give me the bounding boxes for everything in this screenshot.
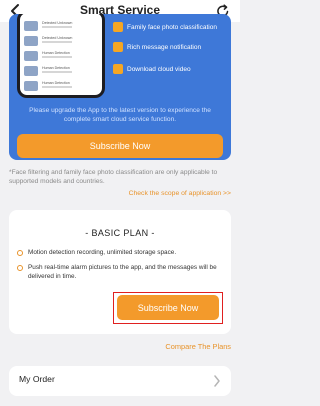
- plan-feature-item: Push real-time alarm pictures to the app…: [17, 263, 223, 281]
- bullet-circle-icon: [17, 264, 23, 271]
- phone-list-item: Detected Unknown: [24, 36, 102, 48]
- bullet-circle-icon: [17, 249, 23, 256]
- basic-plan-card: - BASIC PLAN - Motion detection recordin…: [9, 210, 231, 334]
- availability-note: *Face filtering and family face photo cl…: [9, 169, 218, 185]
- chevron-right-icon: [214, 375, 220, 387]
- thumbnail: [24, 21, 38, 31]
- phone-item-label: Human Detection: [42, 66, 70, 70]
- plan-feature-text: Push real-time alarm pictures to the app…: [28, 264, 217, 280]
- message-icon: [113, 42, 123, 52]
- plan-feature-item: Motion detection recording, unlimited st…: [17, 248, 223, 257]
- feature-label: Rich message notification: [127, 43, 202, 51]
- thumbnail: [24, 51, 38, 61]
- phone-list-item: Human Detection: [24, 81, 102, 93]
- compare-plans-link[interactable]: Compare The Plans: [165, 342, 231, 351]
- my-order-label: My Order: [19, 374, 55, 384]
- my-order-row[interactable]: My Order: [9, 366, 231, 396]
- cloud-download-icon: [113, 64, 123, 74]
- phone-list-item: Human Detection: [24, 51, 102, 63]
- promo-subscribe-button[interactable]: Subscribe Now: [17, 134, 223, 158]
- thumbnail: [24, 66, 38, 76]
- promo-card: Detected Unknown Detected Unknown Human …: [9, 14, 231, 160]
- feature-label: Family face photo classification: [127, 23, 217, 31]
- thumbnail: [24, 81, 38, 91]
- phone-list-item: Human Detection: [24, 66, 102, 78]
- phone-illustration: Detected Unknown Detected Unknown Human …: [17, 14, 105, 98]
- feature-label: Download cloud video: [127, 65, 191, 73]
- feature-rich-message: Rich message notification: [113, 40, 201, 54]
- upgrade-message: Please upgrade the App to the latest ver…: [29, 107, 211, 123]
- phone-item-label: Human Detection: [42, 81, 70, 85]
- thumbnail: [24, 36, 38, 46]
- plan-subscribe-button[interactable]: Subscribe Now: [117, 295, 219, 320]
- phone-item-label: Detected Unknown: [42, 21, 73, 25]
- face-photo-icon: [113, 22, 123, 32]
- phone-item-label: Detected Unknown: [42, 36, 73, 40]
- feature-face-classification: Family face photo classification: [113, 20, 217, 34]
- scope-link[interactable]: Check the scope of application >>: [129, 190, 231, 197]
- feature-cloud-download: Download cloud video: [113, 62, 191, 76]
- phone-list-item: Detected Unknown: [24, 21, 102, 33]
- plan-feature-text: Motion detection recording, unlimited st…: [28, 249, 177, 256]
- plan-title: - BASIC PLAN -: [85, 228, 155, 238]
- phone-item-label: Human Detection: [42, 51, 70, 55]
